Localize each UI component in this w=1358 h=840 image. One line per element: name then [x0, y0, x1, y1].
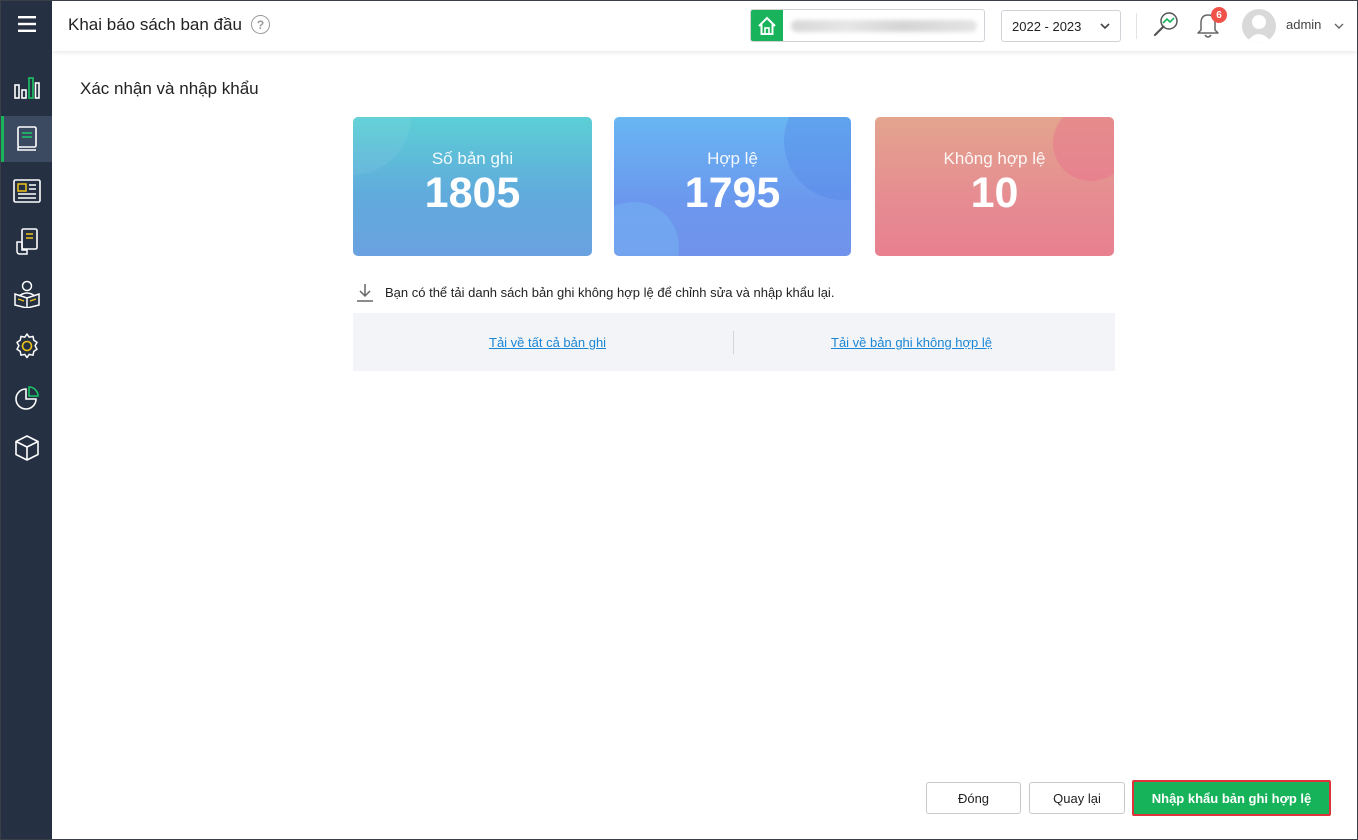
catalog-icon: [12, 179, 41, 203]
help-icon[interactable]: ?: [251, 15, 270, 34]
page-title: Khai báo sách ban đầu: [68, 15, 242, 34]
download-links-panel: Tải về tất cả bản ghi Tải về bản ghi khô…: [353, 313, 1115, 371]
dashboard-chart-icon: [13, 77, 40, 99]
school-name-blurred: [791, 20, 977, 32]
sidebar: [1, 1, 52, 839]
close-button[interactable]: Đóng: [926, 782, 1021, 814]
borrow-icon: [15, 228, 38, 255]
school-year-select[interactable]: 2022 - 2023: [1001, 10, 1121, 42]
download-invalid-link[interactable]: Tải về bản ghi không hợp lệ: [831, 335, 992, 350]
stat-label: Không hợp lệ: [943, 149, 1046, 168]
stat-label: Số bản ghi: [431, 149, 514, 168]
stat-card-valid: Hợp lệ 1795: [614, 117, 851, 256]
notification-badge: 6: [1211, 7, 1227, 23]
sidebar-item-dashboard[interactable]: [1, 65, 52, 111]
stat-card-total: Số bản ghi 1805: [353, 117, 592, 256]
header-divider: [1136, 13, 1137, 39]
school-selector[interactable]: [750, 9, 985, 42]
package-icon: [14, 435, 39, 461]
stat-value: 10: [970, 169, 1019, 217]
search-stat-icon[interactable]: [1152, 11, 1180, 39]
user-name[interactable]: admin: [1286, 17, 1321, 32]
report-pie-icon: [14, 386, 39, 410]
download-hint: Bạn có thể tải danh sách bản ghi không h…: [385, 285, 835, 300]
book-icon: [16, 126, 37, 151]
sidebar-item-settings[interactable]: [1, 323, 52, 369]
download-icon: [357, 284, 373, 302]
reader-icon: [13, 280, 40, 308]
back-button[interactable]: Quay lại: [1029, 782, 1125, 814]
section-title: Xác nhận và nhập khẩu: [80, 79, 259, 98]
sidebar-item-reports[interactable]: [1, 375, 52, 421]
school-home-icon: [751, 10, 783, 41]
stat-card-invalid: Không hợp lệ 10: [875, 117, 1114, 256]
school-year-value: 2022 - 2023: [1012, 18, 1082, 34]
chevron-down-icon[interactable]: [1333, 20, 1345, 32]
sidebar-item-catalog[interactable]: [1, 168, 52, 214]
menu-icon[interactable]: [1, 1, 52, 47]
sidebar-item-borrow[interactable]: [1, 219, 52, 265]
stat-value: 1795: [684, 169, 781, 217]
chevron-down-icon: [1100, 23, 1110, 30]
stat-value: 1805: [424, 169, 521, 217]
import-valid-records-button[interactable]: Nhập khẩu bản ghi hợp lệ: [1132, 780, 1331, 816]
sidebar-item-reader[interactable]: [1, 271, 52, 317]
settings-icon: [15, 333, 38, 359]
links-divider: [733, 331, 734, 354]
sidebar-item-package[interactable]: [1, 425, 52, 471]
top-header: Khai báo sách ban đầu ? 2022 - 2023 6 ad…: [52, 1, 1357, 51]
download-all-link[interactable]: Tải về tất cả bản ghi: [489, 335, 606, 350]
stat-label: Hợp lệ: [707, 149, 758, 168]
avatar[interactable]: [1242, 9, 1276, 43]
app-window: Khai báo sách ban đầu ? 2022 - 2023 6 ad…: [0, 0, 1358, 840]
sidebar-item-books[interactable]: [1, 116, 52, 162]
